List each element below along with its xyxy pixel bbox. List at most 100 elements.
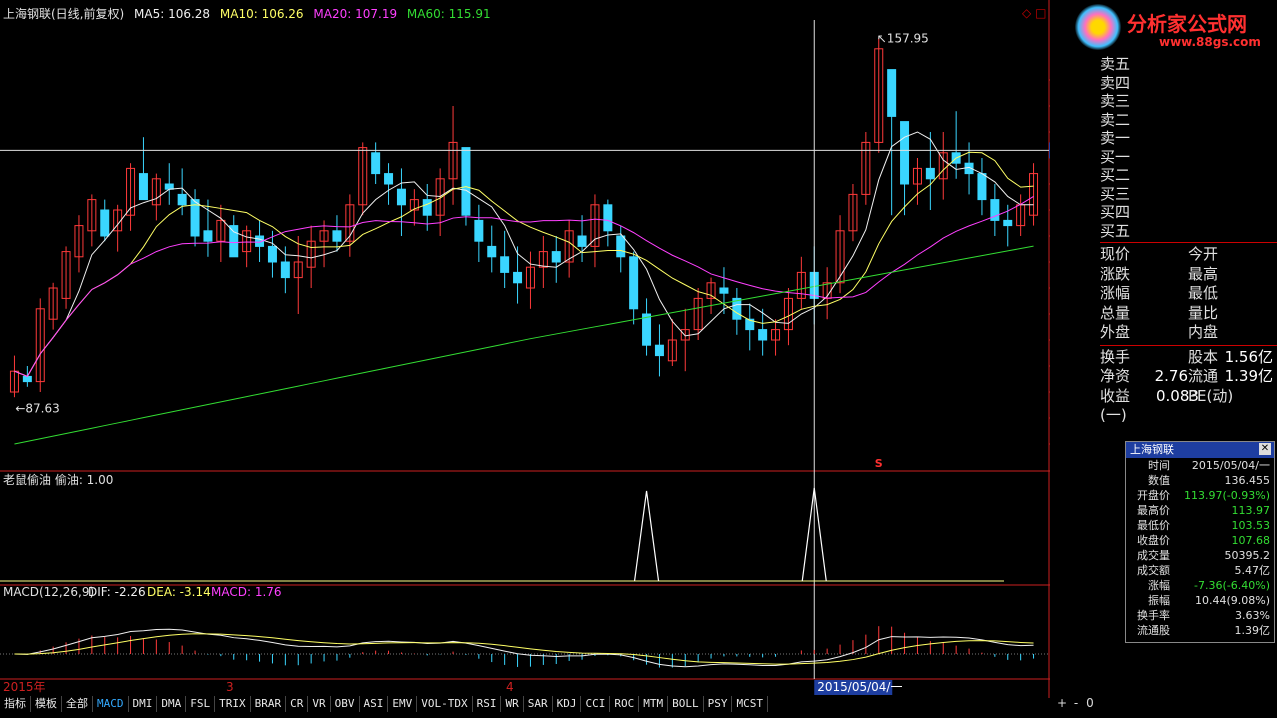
tooltip-value: 5.47亿 <box>1234 564 1271 577</box>
maximize-icon[interactable]: □ <box>1035 6 1046 20</box>
tooltip-row: 开盘价 113.97(-0.93%) <box>1126 488 1274 503</box>
tab-指标[interactable]: 指标 <box>0 696 31 712</box>
indicator-tabs: 指标 模板 全部 MACD DMI DMA FSL TRIX BRAR CR VR OBV ASI EMV… <box>0 696 1100 712</box>
tab-模板[interactable]: 模板 <box>31 696 62 712</box>
candle <box>654 344 664 357</box>
macd-value: MACD: 1.76 <box>211 585 282 599</box>
zoom-out-button[interactable]: - <box>1069 696 1083 710</box>
orderbook-row: 卖五 <box>1100 55 1131 73</box>
dea-line <box>14 633 1034 665</box>
candle <box>100 209 110 237</box>
tab-rsi[interactable]: RSI <box>473 696 502 712</box>
tab-obv[interactable]: OBV <box>331 696 360 712</box>
candle <box>758 329 768 341</box>
data-tooltip: 上海钢联 ✕ 时间 2015/05/04/一 数值 136.455 开盘价 113.97(… <box>1125 441 1275 643</box>
tooltip-key: 收盘价 <box>1137 534 1170 547</box>
tab-wr[interactable]: WR <box>501 696 524 712</box>
tooltip-row: 成交额 5.47亿 <box>1126 563 1274 578</box>
candle <box>267 245 277 263</box>
tab-dma[interactable]: DMA <box>157 696 187 712</box>
macd-dea: DEA: -3.14 <box>147 585 211 599</box>
signal-spike <box>633 490 660 582</box>
tab-fsl[interactable]: FSL <box>186 696 216 712</box>
tab-psy[interactable]: PSY <box>704 696 733 712</box>
date-label: 4 <box>506 680 514 694</box>
tooltip-value: 107.68 <box>1231 534 1271 547</box>
nav-buttons: + - 0 <box>1055 696 1097 710</box>
tooltip-rows: 时间 2015/05/04/一 数值 136.455 开盘价 113.97(-0.93%)… <box>1126 458 1274 638</box>
high-annotation: ↖157.95 <box>877 31 929 45</box>
tab-trix[interactable]: TRIX <box>215 696 251 712</box>
tab-cr[interactable]: CR <box>286 696 309 712</box>
tooltip-value: 103.53 <box>1231 519 1271 532</box>
orderbook-row: 卖三 <box>1100 92 1131 110</box>
restore-icon[interactable]: ◇ <box>1022 6 1031 20</box>
orderbook-row: 买四 <box>1100 203 1131 221</box>
tab-kdj[interactable]: KDJ <box>553 696 582 712</box>
tab-dmi[interactable]: DMI <box>129 696 158 712</box>
tab-vol-tdx[interactable]: VOL-TDX <box>417 696 473 712</box>
tab-macd[interactable]: MACD <box>93 696 129 712</box>
date-label: 2015年 <box>3 680 46 694</box>
tooltip-value: 10.44(9.08%) <box>1194 594 1270 607</box>
candle <box>22 375 32 383</box>
ma20-label: MA20: 107.19 <box>313 7 398 21</box>
tooltip-key: 开盘价 <box>1137 489 1170 502</box>
tooltip-header: 上海钢联 ✕ <box>1126 442 1274 458</box>
tooltip-row: 成交量 50395.2 <box>1126 548 1274 563</box>
stock-title: 上海钢联(日线,前复权) <box>3 7 125 21</box>
tab-cci[interactable]: CCI <box>581 696 611 712</box>
tab-emv[interactable]: EMV <box>388 696 418 712</box>
tooltip-value: 50395.2 <box>1224 549 1271 562</box>
ma10-label: MA10: 106.26 <box>219 7 304 21</box>
candle <box>900 121 910 185</box>
quote-label: 现价 <box>1100 245 1131 263</box>
tooltip-row: 涨幅 -7.36(-6.40%) <box>1126 578 1274 593</box>
tooltip-key: 成交量 <box>1137 549 1170 562</box>
tab-mtm[interactable]: MTM <box>639 696 669 712</box>
logo-url: www.88gs.com <box>1159 35 1261 49</box>
tab-sar[interactable]: SAR <box>524 696 553 712</box>
candle <box>487 245 497 258</box>
stat-row: 换手 股本 1.56亿 <box>1100 348 1277 368</box>
tooltip-key: 数值 <box>1148 474 1170 487</box>
tab-全部[interactable]: 全部 <box>62 696 93 712</box>
tab-brar[interactable]: BRAR <box>251 696 287 712</box>
chart-title-bar: 上海钢联(日线,前复权) MA5: 106.28 MA10: 106.26 MA… <box>3 5 497 21</box>
tab-mcst[interactable]: MCST <box>732 696 768 712</box>
tab-asi[interactable]: ASI <box>360 696 389 712</box>
quote-label: 外盘 <box>1100 323 1131 341</box>
tooltip-row: 最高价 113.97 <box>1126 503 1274 518</box>
tab-vr[interactable]: VR <box>308 696 331 712</box>
candle <box>603 204 613 232</box>
tooltip-key: 时间 <box>1148 459 1170 472</box>
price-chart-area[interactable]: 150.0145.0140.0135.0130.0125.0120.0115.0… <box>0 0 1102 698</box>
tooltip-value: 1.39亿 <box>1234 624 1271 637</box>
candle <box>461 147 471 216</box>
tooltip-key: 最低价 <box>1137 519 1170 532</box>
candle <box>280 261 290 279</box>
candle <box>396 188 406 206</box>
tooltip-key: 最高价 <box>1137 504 1170 517</box>
candle <box>474 219 484 242</box>
stat-cell: 流通 <box>1188 367 1219 385</box>
stat-cell: 1.39亿 <box>1224 367 1273 385</box>
candle <box>977 173 987 201</box>
zero-button[interactable]: 0 <box>1083 696 1097 710</box>
tooltip-title: 上海钢联 <box>1130 443 1174 456</box>
tooltip-value: 113.97(-0.93%) <box>1184 489 1270 502</box>
stat-cell: PE(动) <box>1188 386 1234 405</box>
chart-svg[interactable]: 150.0145.0140.0135.0130.0125.0120.0115.0… <box>0 0 1102 698</box>
close-icon[interactable]: ✕ <box>1259 443 1271 455</box>
tab-roc[interactable]: ROC <box>610 696 640 712</box>
tab-boll[interactable]: BOLL <box>668 696 704 712</box>
stat-cell <box>1134 348 1188 368</box>
quote-label: 内盘 <box>1188 323 1219 341</box>
quote-label: 总量 <box>1100 303 1131 322</box>
quote-row: 涨幅 最低 <box>1100 284 1277 304</box>
zoom-in-button[interactable]: + <box>1055 696 1069 710</box>
stat-cell: 净资 <box>1100 367 1131 385</box>
candle <box>384 173 394 185</box>
stat-cell: 换手 <box>1100 347 1131 366</box>
tooltip-row: 换手率 3.63% <box>1126 608 1274 623</box>
